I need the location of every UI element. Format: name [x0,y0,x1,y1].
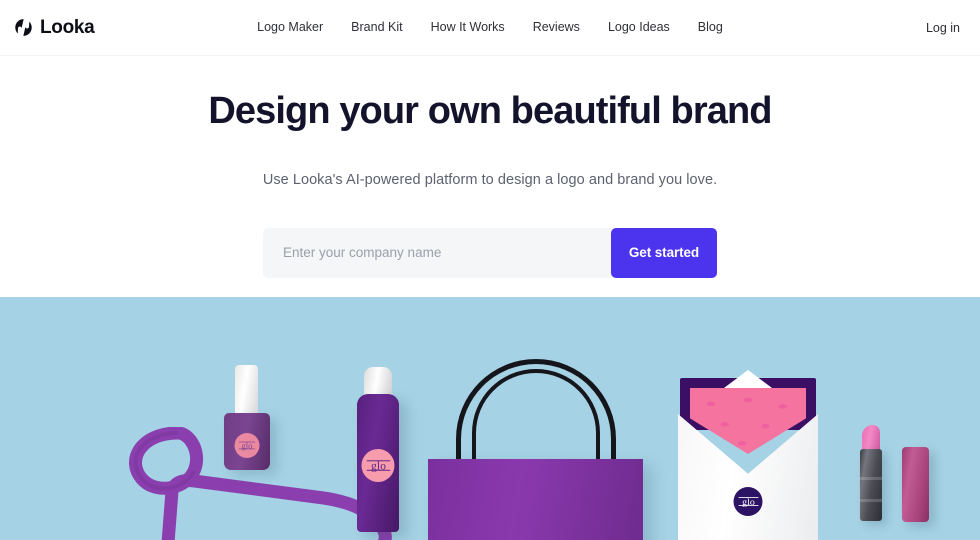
nav-item-reviews[interactable]: Reviews [519,15,594,40]
lipstick-cap [902,447,929,522]
nail-polish-body: glo [224,413,270,470]
nail-polish-cap [235,365,258,417]
nail-polish-bottle: glo [224,365,270,470]
site-header: Looka Logo Maker Brand Kit How It Works … [0,0,980,56]
company-name-input[interactable] [263,227,611,278]
glo-monogram-badge: glo [361,449,395,482]
envelope: glo [672,370,824,540]
signup-form: Get started [263,227,717,278]
spray-bottle-cap [364,367,392,397]
lipstick-band [860,499,882,502]
hero-subheading: Use Looka's AI-powered platform to desig… [262,172,718,188]
nav-item-logo-ideas[interactable]: Logo Ideas [594,15,684,40]
nav-item-logo-maker[interactable]: Logo Maker [243,15,337,40]
svg-text:glo: glo [742,497,755,508]
get-started-button[interactable]: Get started [611,227,717,278]
page-title: Design your own beautiful brand [208,90,772,132]
spray-bottle-body: glo [357,394,399,532]
spray-bottle: glo [357,367,399,532]
lipstick-barrel [860,449,882,521]
glo-monogram-icon: glo [238,440,256,450]
nav-item-brand-kit[interactable]: Brand Kit [337,15,416,40]
glo-monogram-badge: glo [234,433,260,458]
nav-item-blog[interactable]: Blog [684,15,737,40]
brand-logo-link[interactable]: Looka [14,17,95,38]
login-link[interactable]: Log in [924,15,962,41]
lipstick-band [860,477,882,480]
main-nav: Logo Maker Brand Kit How It Works Review… [0,0,980,55]
hero-section: Design your own beautiful brand Use Look… [0,56,980,297]
lipstick [858,423,884,521]
looka-logo-icon [15,19,32,36]
shopping-bag [428,359,643,540]
looka-landing-page: Looka Logo Maker Brand Kit How It Works … [0,0,980,540]
brand-name: Looka [40,17,95,38]
nav-item-how-it-works[interactable]: How It Works [417,15,519,40]
glo-monogram-icon: glo [738,497,758,508]
shopping-bag-body [428,459,643,540]
product-mockup-scene: glo glo glo [0,297,980,540]
glo-monogram-badge: glo [733,487,763,516]
glo-monogram-icon: glo [366,459,390,472]
hero-photo: glo glo glo [0,297,980,540]
